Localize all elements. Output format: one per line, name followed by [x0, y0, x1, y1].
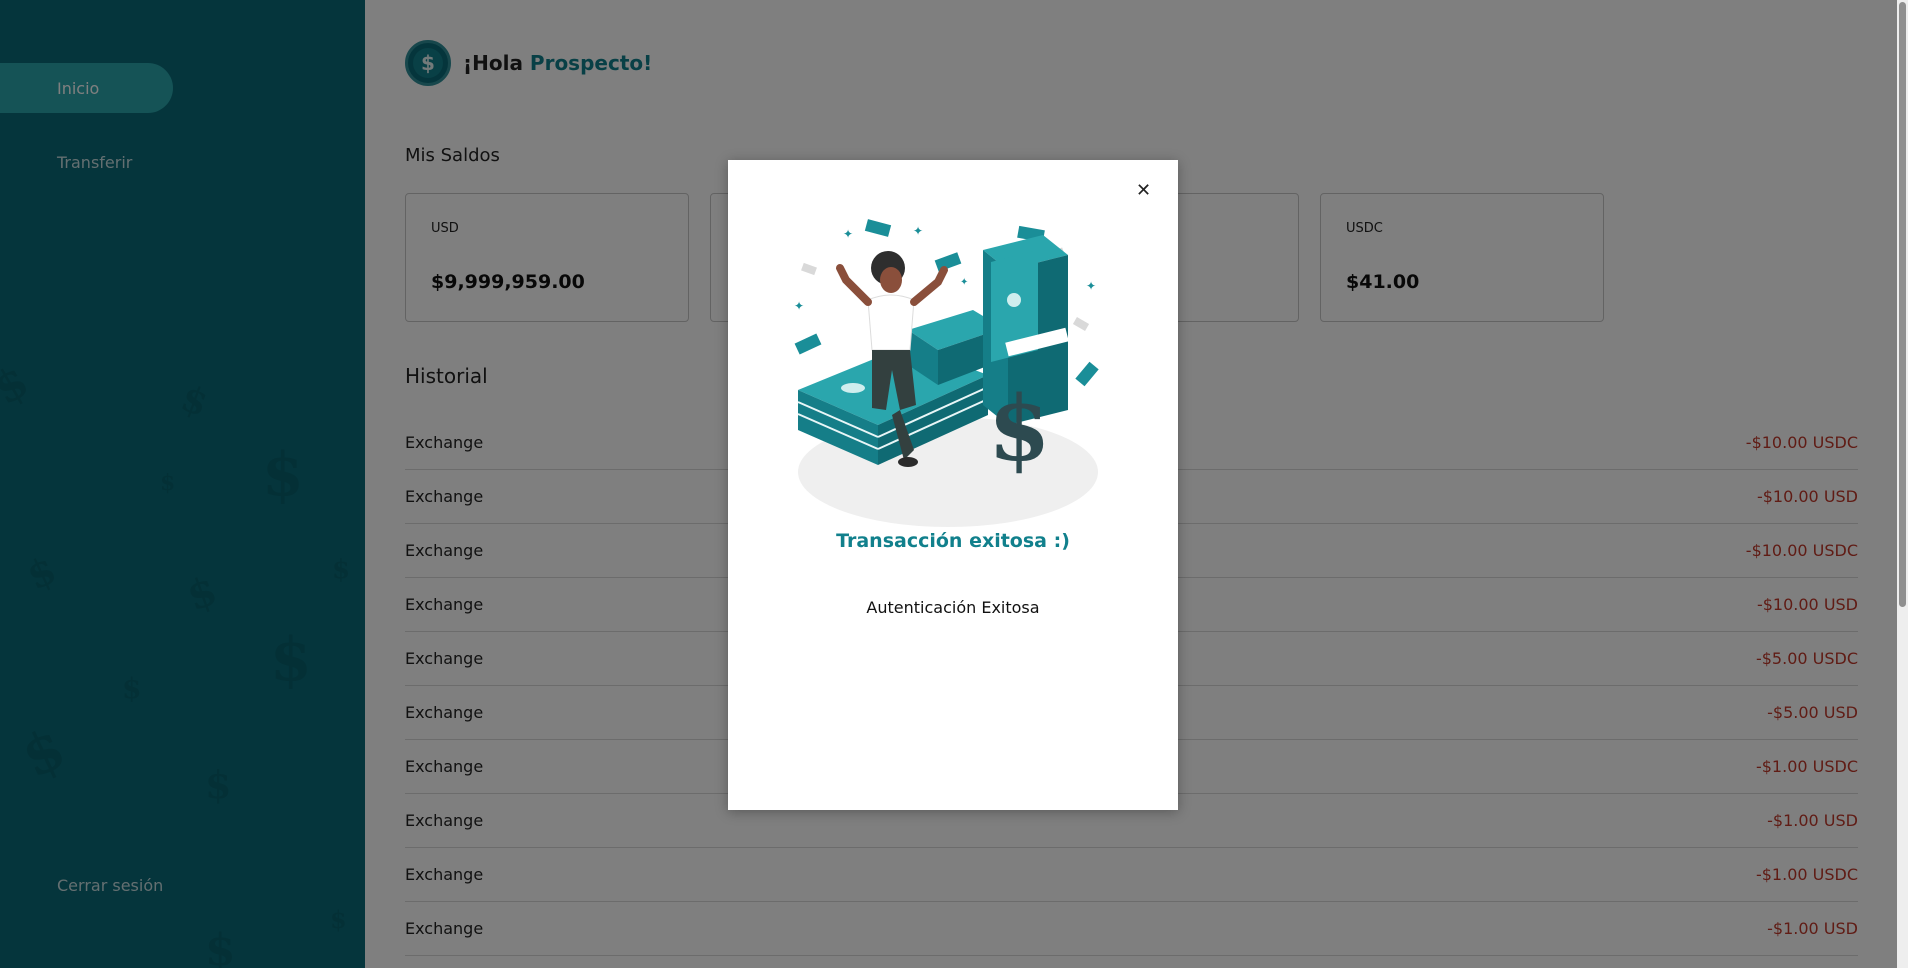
- svg-text:✦: ✦: [913, 224, 923, 238]
- modal-message: Autenticación Exitosa: [866, 598, 1040, 617]
- svg-text:✦: ✦: [1086, 279, 1096, 293]
- success-modal: ✕ ✦ ✦ ✦ ✦ ✦ $ Transacción exitosa:) Aut…: [728, 160, 1178, 810]
- modal-title: Transacción exitosa :): [836, 530, 1070, 552]
- svg-text:✦: ✦: [843, 227, 853, 241]
- svg-text:✦: ✦: [794, 299, 804, 313]
- scrollbar[interactable]: [1897, 0, 1908, 968]
- svg-text:$: $: [988, 376, 1051, 482]
- svg-text:✦: ✦: [960, 277, 968, 288]
- close-icon[interactable]: ✕: [1136, 182, 1151, 200]
- money-celebration-illustration: ✦ ✦ ✦ ✦ ✦ $: [794, 219, 1099, 527]
- scrollbar-thumb[interactable]: [1899, 2, 1906, 607]
